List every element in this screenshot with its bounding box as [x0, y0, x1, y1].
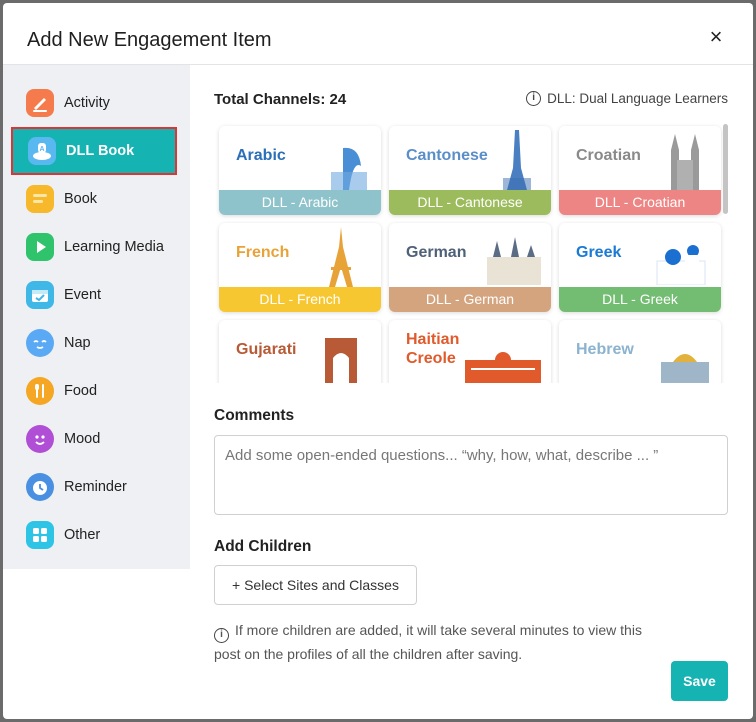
food-icon: [26, 377, 54, 405]
add-engagement-modal: Add New Engagement Item × Activity A DLL…: [3, 3, 753, 719]
comments-input[interactable]: Add some open-ended questions... “why, h…: [214, 435, 728, 515]
add-children-label: Add Children: [214, 538, 312, 555]
modal-header: Add New Engagement Item ×: [3, 3, 753, 65]
sidebar-item-label: Activity: [64, 95, 110, 111]
channel-tag: DLL - French: [219, 287, 381, 312]
info-icon: i: [214, 628, 229, 643]
channel-card-german[interactable]: German DLL - German: [389, 223, 551, 312]
channel-tag: DLL - Arabic: [219, 190, 381, 215]
sidebar-item-other[interactable]: Other: [11, 511, 177, 559]
landmark-icon: [329, 227, 353, 287]
channel-card-greek[interactable]: Greek DLL - Greek: [559, 223, 721, 312]
sidebar-item-label: Food: [64, 383, 98, 399]
landmark-icon: [671, 134, 699, 190]
channel-tag: DLL - Croatian: [559, 190, 721, 215]
channel-name: Arabic: [236, 147, 286, 164]
channel-tag: DLL - Cantonese: [389, 190, 551, 215]
close-icon[interactable]: ×: [704, 25, 728, 49]
channel-name: German: [406, 244, 467, 261]
channel-card-haitian-creole[interactable]: Haitian Creole: [389, 320, 551, 383]
total-channels: Total Channels: 24: [214, 91, 347, 108]
sidebar-item-label: DLL Book: [66, 143, 135, 159]
comments-label: Comments: [214, 407, 295, 424]
sidebar-item-label: Event: [64, 287, 102, 303]
channel-name: Hebrew: [576, 341, 634, 358]
children-note-text: If more children are added, it will take…: [214, 622, 642, 662]
channel-grid: Arabic DLL - Arabic Cantonese DLL - Cant…: [214, 123, 728, 383]
sidebar-item-label: Reminder: [64, 479, 127, 495]
nap-icon: [26, 329, 54, 357]
sidebar-item-label: Learning Media: [64, 239, 164, 255]
book-icon: [26, 185, 54, 213]
channel-card-cantonese[interactable]: Cantonese DLL - Cantonese: [389, 126, 551, 215]
sidebar-item-label: Book: [64, 191, 98, 207]
dll-note-text: DLL: Dual Language Learners: [547, 91, 728, 106]
children-note: i If more children are added, it will tak…: [214, 619, 664, 666]
svg-text:A: A: [39, 146, 44, 153]
sidebar-item-dll-book[interactable]: A DLL Book: [11, 127, 177, 175]
info-icon: i: [526, 91, 542, 106]
sidebar-item-nap[interactable]: Nap: [11, 319, 177, 367]
channel-card-arabic[interactable]: Arabic DLL - Arabic: [219, 126, 381, 215]
channel-tag: DLL - German: [389, 287, 551, 312]
sidebar-item-activity[interactable]: Activity: [11, 79, 177, 127]
landmark-icon: [465, 352, 541, 383]
dll-note: i DLL: Dual Language Learners: [526, 91, 728, 106]
channel-card-hebrew[interactable]: Hebrew: [559, 320, 721, 383]
landmark-icon: [656, 245, 706, 285]
channel-card-croatian[interactable]: Croatian DLL - Croatian: [559, 126, 721, 215]
dll-book-icon: A: [28, 137, 56, 165]
channel-card-gujarati[interactable]: Gujarati: [219, 320, 381, 383]
landmark-icon: [661, 354, 709, 383]
landmark-icon: [503, 130, 531, 190]
channel-name: Gujarati: [236, 341, 297, 358]
landmark-icon: [325, 338, 357, 383]
sidebar-item-mood[interactable]: Mood: [11, 415, 177, 463]
channel-name: Croatian: [576, 147, 641, 164]
channel-name: French: [236, 244, 290, 261]
channel-name: Cantonese: [406, 147, 488, 164]
reminder-icon: [26, 473, 54, 501]
modal-title: Add New Engagement Item: [27, 29, 272, 51]
landmark-icon: [331, 147, 367, 190]
select-sites-classes-button[interactable]: + Select Sites and Classes: [214, 565, 417, 605]
sidebar: Activity A DLL Book Book Learning Media …: [3, 65, 190, 569]
activity-icon: [26, 89, 54, 117]
channel-name: Greek: [576, 244, 622, 261]
sidebar-item-label: Other: [64, 527, 101, 543]
channel-tag: DLL - Greek: [559, 287, 721, 312]
sidebar-item-reminder[interactable]: Reminder: [11, 463, 177, 511]
sidebar-item-label: Mood: [64, 431, 101, 447]
save-button[interactable]: Save: [671, 661, 728, 701]
learning-media-icon: [26, 233, 54, 261]
mood-icon: [26, 425, 54, 453]
channel-scrollbar[interactable]: [723, 124, 728, 214]
sidebar-item-food[interactable]: Food: [11, 367, 177, 415]
channel-card-french[interactable]: French DLL - French: [219, 223, 381, 312]
other-icon: [26, 521, 54, 549]
sidebar-item-label: Nap: [64, 335, 91, 351]
event-icon: [26, 281, 54, 309]
landmark-icon: [487, 237, 541, 285]
sidebar-item-event[interactable]: Event: [11, 271, 177, 319]
sidebar-item-book[interactable]: Book: [11, 175, 177, 223]
sidebar-item-learning-media[interactable]: Learning Media: [11, 223, 177, 271]
